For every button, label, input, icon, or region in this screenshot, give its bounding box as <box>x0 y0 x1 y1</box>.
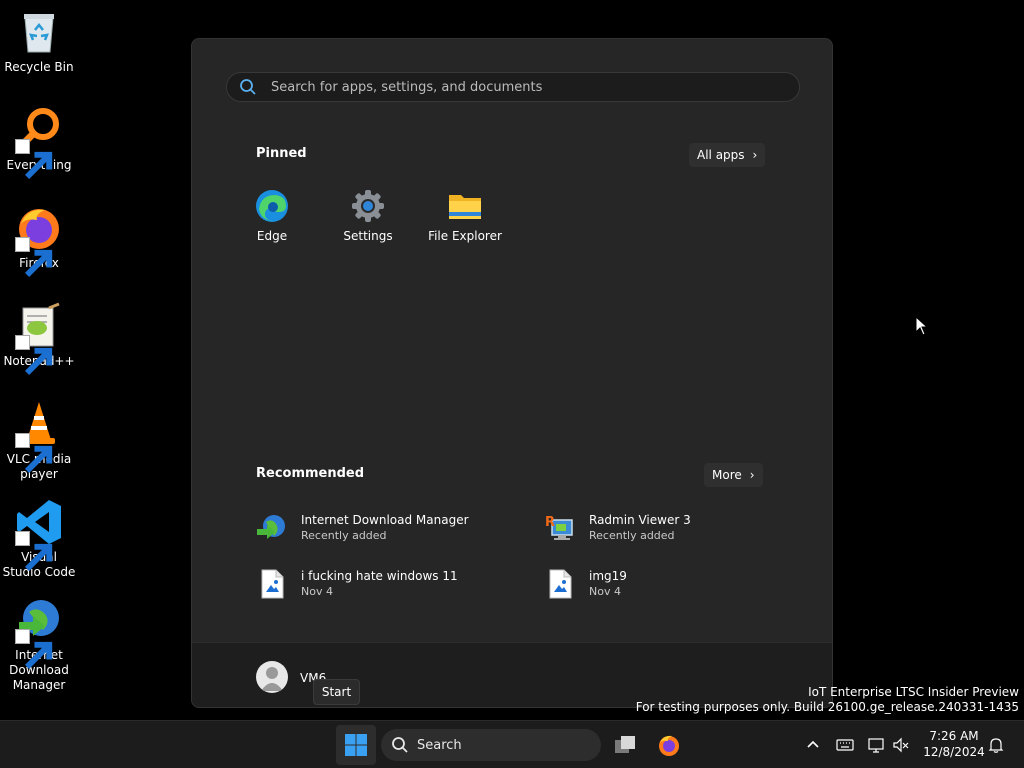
idm-icon <box>256 512 288 544</box>
more-label: More <box>712 468 742 482</box>
notepadpp-icon <box>15 302 63 376</box>
recommended-heading: Recommended <box>256 466 365 481</box>
clock-date: 12/8/2024 <box>923 745 985 759</box>
recommended-item-subtitle: Recently added <box>589 529 675 542</box>
taskbar-search[interactable]: Search <box>381 729 601 761</box>
desktop-icon-vscode[interactable]: Visual Studio Code <box>1 498 77 580</box>
shortcut-arrow-icon <box>15 335 53 376</box>
vlc-cone-icon <box>15 400 63 474</box>
desktop-icon-idm[interactable]: Internet Download Manager <box>1 596 77 693</box>
pinned-app-label: Edge <box>256 229 288 243</box>
shortcut-arrow-icon <box>15 629 53 670</box>
taskbar-clock[interactable]: 7:26 AM 12/8/2024 <box>920 728 988 760</box>
firefox-icon <box>659 735 679 756</box>
settings-gear-icon <box>351 189 385 223</box>
start-menu: Pinned All apps › Edge Settings File Exp… <box>191 38 833 708</box>
shortcut-arrow-icon <box>15 139 53 180</box>
taskbar-search-label: Search <box>417 737 462 753</box>
everything-magnifier-icon <box>15 106 63 180</box>
recommended-item-name: Radmin Viewer 3 <box>589 513 691 527</box>
svg-text:R: R <box>545 515 555 530</box>
start-search-input[interactable] <box>269 78 773 96</box>
pinned-heading: Pinned <box>256 146 307 161</box>
volume-muted-icon[interactable] <box>891 735 911 755</box>
task-view-button[interactable] <box>605 725 645 765</box>
recommended-item-name: img19 <box>589 569 627 583</box>
network-icon[interactable] <box>866 735 886 755</box>
recommended-item-idm[interactable]: Internet Download Manager Recently added <box>256 510 506 546</box>
chevron-right-icon: › <box>749 468 755 482</box>
desktop-icon-everything[interactable]: Everything <box>1 106 77 180</box>
taskbar: Search 7:26 AM 12/8/2024 <box>0 720 1024 768</box>
all-apps-label: All apps <box>697 148 745 162</box>
start-search-box[interactable] <box>226 72 800 102</box>
keyboard-icon[interactable] <box>835 735 855 755</box>
start-tooltip: Start <box>313 679 360 705</box>
recommended-item-name: Internet Download Manager <box>301 513 469 527</box>
windows-watermark: IoT Enterprise LTSC Insider Preview For … <box>636 685 1019 715</box>
show-hidden-icons-chevron[interactable] <box>803 735 823 755</box>
recommended-item-subtitle: Recently added <box>301 529 387 542</box>
recommended-item-name: i fucking hate windows 11 <box>301 569 458 583</box>
desktop-icon-notepadpp[interactable]: Notepad++ <box>1 302 77 376</box>
pinned-app-label: Settings <box>343 229 393 243</box>
pinned-app-file-explorer[interactable]: File Explorer <box>417 189 513 243</box>
desktop-icon-firefox[interactable]: Firefox <box>1 204 77 278</box>
edge-icon <box>255 189 289 223</box>
pinned-app-settings[interactable]: Settings <box>320 189 416 243</box>
idm-globe-icon <box>15 596 63 670</box>
clock-time: 7:26 AM <box>929 729 979 743</box>
all-apps-button[interactable]: All apps › <box>689 143 766 167</box>
pinned-app-label: File Explorer <box>428 229 502 243</box>
folder-icon <box>448 189 482 223</box>
shortcut-arrow-icon <box>15 237 53 278</box>
search-icon <box>392 737 408 753</box>
watermark-line-1: IoT Enterprise LTSC Insider Preview <box>808 685 1019 699</box>
desktop-icon-vlc[interactable]: VLC media player <box>1 400 77 482</box>
desktop-icon-label: Recycle Bin <box>4 60 74 74</box>
taskbar-firefox-button[interactable] <box>649 725 689 765</box>
watermark-line-2: For testing purposes only. Build 26100.g… <box>635 700 1019 714</box>
pinned-app-edge[interactable]: Edge <box>224 189 320 243</box>
mouse-cursor-icon <box>915 316 929 336</box>
more-button[interactable]: More › <box>704 463 763 487</box>
recommended-item-subtitle: Nov 4 <box>589 585 621 598</box>
shortcut-arrow-icon <box>15 433 53 474</box>
chevron-right-icon: › <box>752 148 758 162</box>
recommended-item-file-1[interactable]: i fucking hate windows 11 Nov 4 <box>256 566 506 602</box>
firefox-icon <box>15 204 63 278</box>
search-icon <box>239 78 257 96</box>
recommended-item-subtitle: Nov 4 <box>301 585 333 598</box>
windows-logo-icon <box>345 734 367 756</box>
vscode-icon <box>15 498 63 572</box>
recommended-item-file-2[interactable]: img19 Nov 4 <box>544 566 794 602</box>
image-file-icon <box>256 568 288 600</box>
avatar[interactable] <box>256 661 288 693</box>
start-button[interactable] <box>336 725 376 765</box>
recycle-bin-icon <box>15 8 63 56</box>
task-view-icon <box>615 736 635 753</box>
shortcut-arrow-icon <box>15 531 53 572</box>
notification-bell-icon[interactable] <box>986 735 1006 755</box>
image-file-icon <box>544 568 576 600</box>
desktop-icon-recycle-bin[interactable]: Recycle Bin <box>1 8 77 75</box>
radmin-icon: R <box>544 512 576 544</box>
recommended-item-radmin[interactable]: R Radmin Viewer 3 Recently added <box>544 510 794 546</box>
